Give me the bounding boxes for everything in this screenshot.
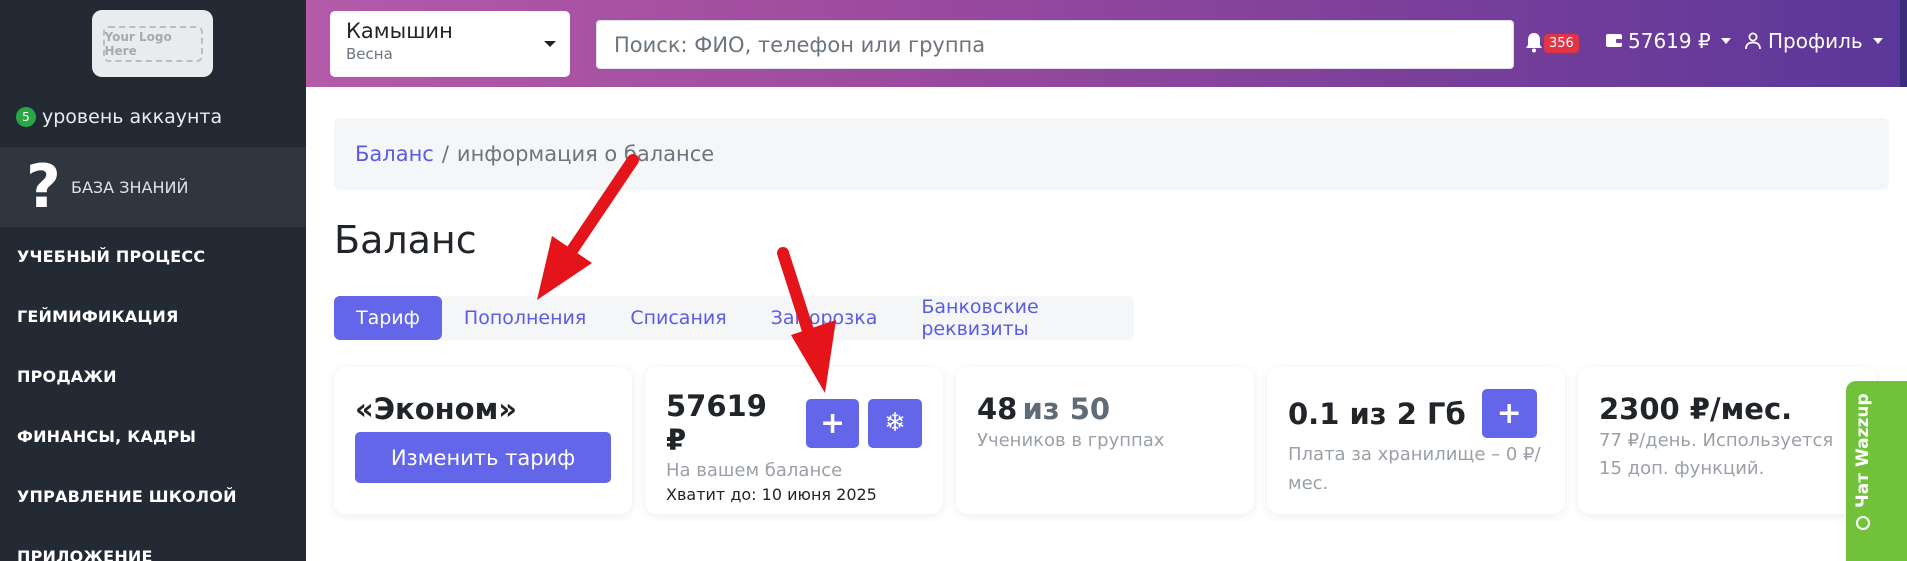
sidebar-item-gamification[interactable]: ГЕЙМИФИКАЦИЯ bbox=[17, 307, 179, 326]
balance-tabs: Тариф Пополнения Списания Заморозка Банк… bbox=[334, 296, 1134, 340]
page-title: Баланс bbox=[334, 218, 477, 262]
tariff-card: «Эконом» Изменить тариф bbox=[334, 367, 632, 514]
logo-text: Your Logo Here bbox=[102, 25, 203, 62]
account-level-label: уровень аккаунта bbox=[42, 106, 223, 128]
bell-icon[interactable] bbox=[1524, 31, 1544, 53]
sidebar-item-learning[interactable]: УЧЕБНЫЙ ПРОЦЕСС bbox=[17, 247, 205, 266]
account-level-badge: 5 bbox=[16, 107, 36, 127]
breadcrumb-link-balance[interactable]: Баланс bbox=[355, 142, 434, 166]
balance-until: Хватит до: 10 июня 2025 bbox=[666, 485, 877, 504]
sidebar: Your Logo Here 5 уровень аккаунта ? БАЗА… bbox=[0, 0, 306, 561]
breadcrumb-separator: / bbox=[441, 142, 449, 166]
freeze-button[interactable]: ❄ bbox=[868, 398, 922, 448]
knowledge-base-label: БАЗА ЗНАНИЙ bbox=[71, 177, 189, 197]
students-caption: Учеников в группах bbox=[977, 430, 1165, 451]
price-card: 2300 ₽/мес. 77 ₽/день. Используется 15 д… bbox=[1578, 367, 1876, 514]
school-select[interactable]: Камышин Весна bbox=[330, 11, 570, 77]
school-season: Весна bbox=[346, 45, 393, 63]
tab-bank-details[interactable]: Банковские реквизиты bbox=[899, 296, 1134, 340]
chevron-down-icon bbox=[544, 41, 556, 47]
header-balance-value: 57619 ₽ bbox=[1628, 29, 1711, 53]
knowledge-base-item[interactable]: ? БАЗА ЗНАНИЙ bbox=[0, 147, 306, 227]
search-input[interactable] bbox=[596, 20, 1514, 69]
balance-card: 57619 ₽ + ❄ На вашем балансе Хватит до: … bbox=[645, 367, 943, 514]
tariff-name: «Эконом» bbox=[355, 392, 518, 426]
tab-charges[interactable]: Списания bbox=[608, 296, 748, 340]
plus-icon: + bbox=[820, 405, 846, 441]
add-storage-button[interactable]: + bbox=[1481, 389, 1537, 438]
header-edge bbox=[1900, 0, 1907, 87]
chat-icon bbox=[1856, 516, 1870, 530]
profile-label: Профиль bbox=[1768, 29, 1863, 53]
sidebar-item-school-management[interactable]: УПРАВЛЕНИЕ ШКОЛОЙ bbox=[17, 487, 237, 506]
students-count: 48 bbox=[977, 392, 1018, 426]
notification-count-badge: 356 bbox=[1544, 34, 1579, 53]
profile-dropdown[interactable]: Профиль bbox=[1768, 29, 1883, 53]
breadcrumb-current: информация о балансе bbox=[456, 142, 715, 166]
sidebar-item-app[interactable]: ПРИЛОЖЕНИЕ bbox=[17, 547, 153, 561]
tab-freeze[interactable]: Заморозка bbox=[749, 296, 900, 340]
plus-icon: + bbox=[1496, 396, 1522, 431]
storage-caption-line2: мес. bbox=[1288, 473, 1329, 494]
user-icon bbox=[1745, 32, 1761, 50]
header-balance-dropdown[interactable]: 57619 ₽ bbox=[1628, 29, 1731, 53]
breadcrumb: Баланс / информация о балансе bbox=[334, 118, 1889, 190]
price-value: 2300 ₽/мес. bbox=[1599, 392, 1793, 426]
storage-value: 0.1 из 2 Гб bbox=[1288, 396, 1466, 431]
tab-tariff[interactable]: Тариф bbox=[334, 296, 442, 340]
storage-caption-line1: Плата за хранилище – 0 ₽/ bbox=[1288, 444, 1541, 465]
chat-wazzup-label[interactable]: Чат Wazzup bbox=[1853, 393, 1873, 530]
account-level[interactable]: 5 уровень аккаунта bbox=[16, 106, 222, 128]
tab-topups[interactable]: Пополнения bbox=[442, 296, 608, 340]
question-icon: ? bbox=[26, 152, 61, 222]
balance-value: 57619 ₽ bbox=[666, 389, 767, 457]
add-balance-button[interactable]: + bbox=[805, 398, 860, 448]
snowflake-icon: ❄ bbox=[884, 408, 907, 438]
price-caption-line1: 77 ₽/день. Используется bbox=[1599, 430, 1834, 451]
balance-caption: На вашем балансе bbox=[666, 460, 843, 481]
sidebar-item-finance[interactable]: ФИНАНСЫ, КАДРЫ bbox=[17, 427, 196, 446]
price-caption-line2: 15 доп. функций. bbox=[1599, 458, 1765, 479]
chevron-down-icon bbox=[1872, 38, 1883, 44]
logo[interactable]: Your Logo Here bbox=[92, 10, 213, 77]
students-limit: из 50 bbox=[1022, 392, 1111, 426]
storage-card: 0.1 из 2 Гб + Плата за хранилище – 0 ₽/ … bbox=[1267, 367, 1565, 514]
chevron-down-icon bbox=[1720, 38, 1731, 44]
students-card: 48 из 50 Учеников в группах bbox=[956, 367, 1254, 514]
change-tariff-button[interactable]: Изменить тариф bbox=[355, 432, 611, 483]
wallet-icon bbox=[1606, 34, 1622, 47]
sidebar-item-sales[interactable]: ПРОДАЖИ bbox=[17, 367, 117, 386]
chat-label-text: Чат Wazzup bbox=[1853, 393, 1873, 508]
school-name: Камышин bbox=[346, 19, 453, 43]
